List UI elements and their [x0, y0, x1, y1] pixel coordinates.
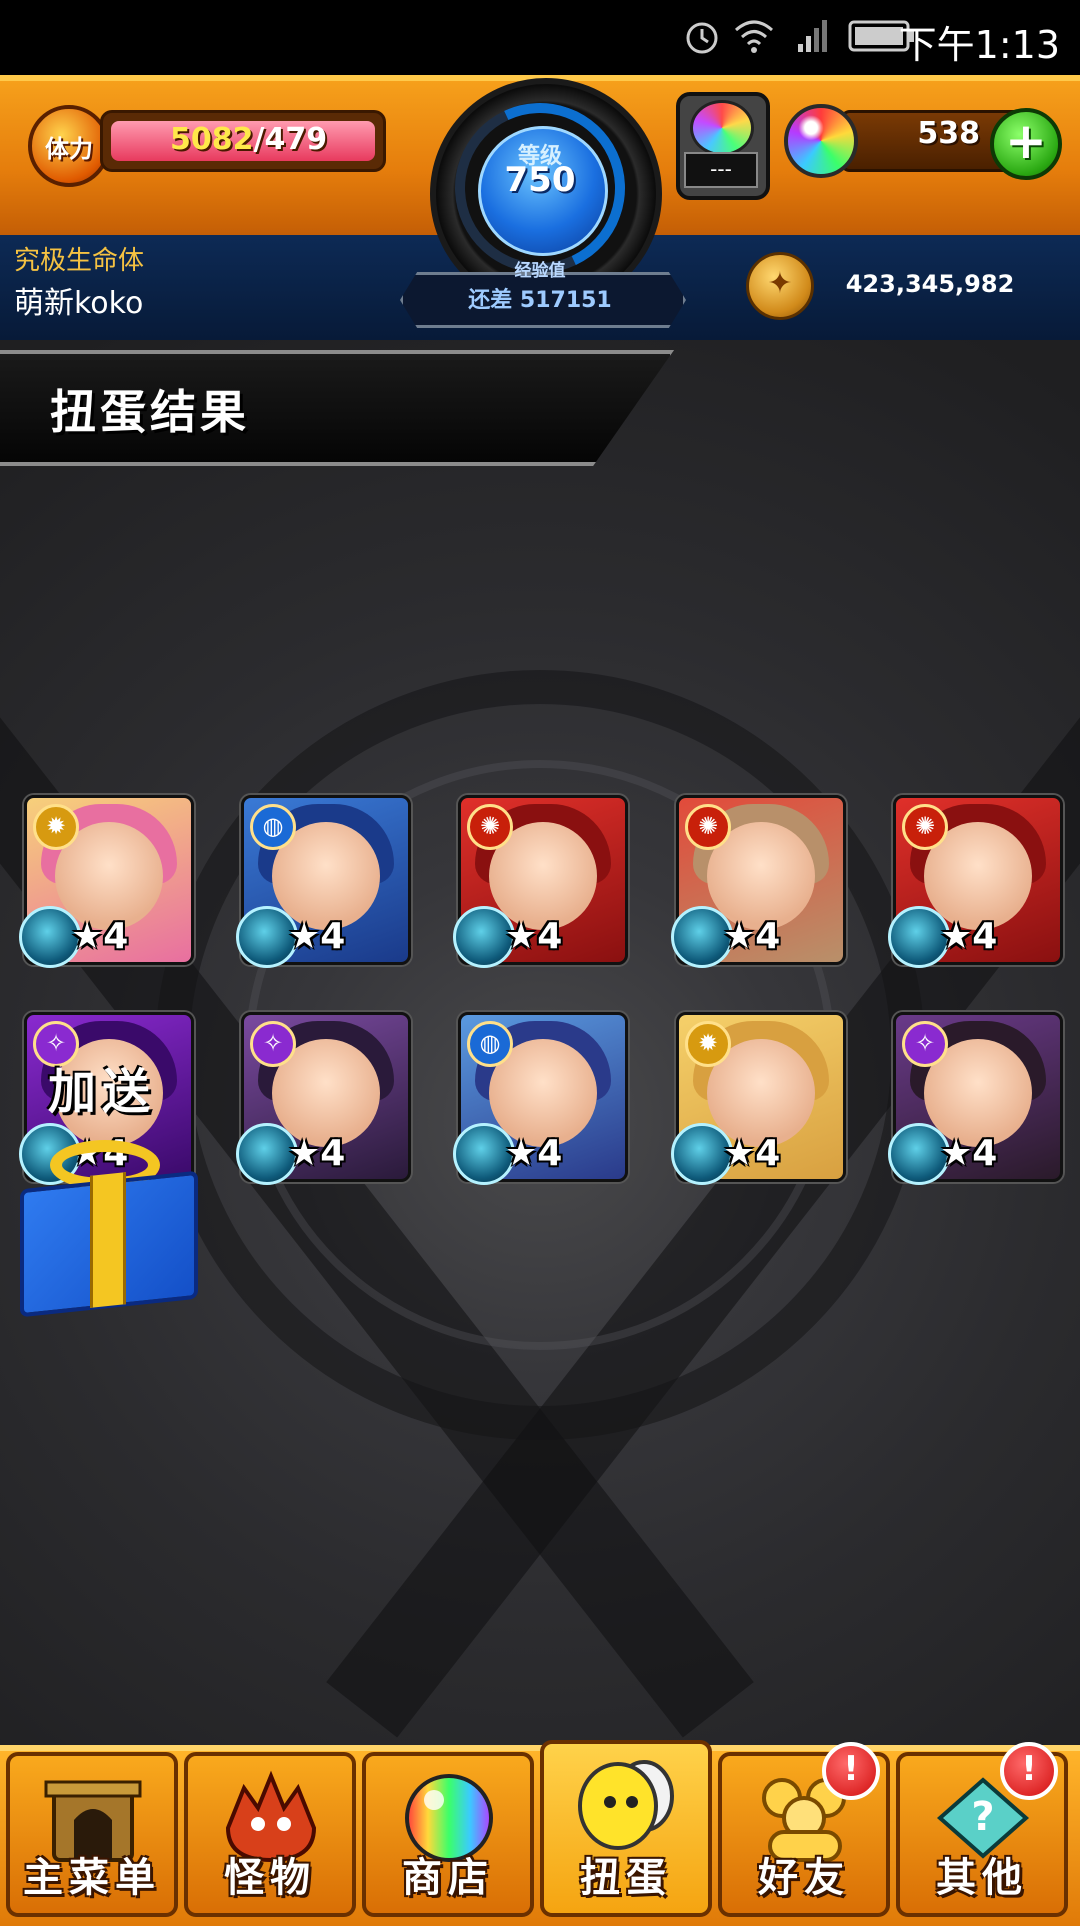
signal-icon [798, 20, 827, 52]
alert-badge-icon: ! [822, 1742, 880, 1800]
dark-icon: ✧ [902, 1021, 948, 1067]
nav-label: 怪物 [224, 1855, 316, 1901]
result-monster-card[interactable]: ✺ ★4 [671, 795, 846, 968]
svg-text:?: ? [971, 1794, 994, 1840]
light-icon: ✹ [685, 1021, 731, 1067]
alarm-icon [686, 22, 718, 54]
rarity-stars: ★4 [288, 1133, 346, 1174]
rarity-stars: ★4 [288, 916, 346, 957]
nav-item-other[interactable]: ? 其他! [896, 1742, 1068, 1917]
capsule-display: --- [684, 152, 758, 188]
rarity-stars: ★4 [940, 916, 998, 957]
rarity-stars: ★4 [71, 916, 129, 957]
nav-label: 主菜单 [23, 1855, 161, 1901]
stamina-current: 5082 [170, 122, 254, 157]
rarity-stars: ★4 [723, 1133, 781, 1174]
result-monster-card[interactable]: ✧ ★4 [888, 1012, 1063, 1185]
clock: 下午1:13 [898, 23, 1060, 67]
water-icon: ◍ [467, 1021, 513, 1067]
gold-coin-icon: ✦ [746, 252, 814, 320]
bonus-label: 加送 [48, 1064, 157, 1120]
capsule-orb-icon [690, 100, 754, 156]
orb-count: 538 [917, 116, 980, 151]
wifi-icon [735, 20, 773, 53]
nav-label: 其他 [936, 1855, 1028, 1901]
water-icon: ◍ [250, 804, 296, 850]
nav-label: 扭蛋 [580, 1855, 672, 1901]
nav-item-friends[interactable]: 好友! [718, 1742, 890, 1917]
status-bar: 下午1:13 [0, 0, 1080, 75]
orb-icon [784, 104, 858, 178]
result-monster-card[interactable]: ✹ ★4 [671, 1012, 846, 1185]
coin-count: 423,345,982 [845, 270, 1015, 298]
player-name: 萌新koko [14, 286, 144, 321]
nav-label: 好友 [758, 1855, 850, 1901]
rarity-stars: ★4 [505, 1133, 563, 1174]
rarity-stars: ★4 [723, 916, 781, 957]
level-value: 750 [504, 160, 576, 200]
stamina-max: /479 [253, 122, 328, 157]
rarity-stars: ★4 [505, 916, 563, 957]
exp-label: 经验值 [514, 261, 566, 281]
light-icon: ✹ [33, 804, 79, 850]
stamina-readout: 5082/479 [170, 122, 327, 157]
nav-label: 商店 [402, 1855, 494, 1901]
gift-ribbon [90, 1172, 126, 1308]
fire-icon: ✺ [902, 804, 948, 850]
result-grid: ✹ ★4 ◍ ★4 ✺ ★4 ✺ ★4 ✺ ★4 ✧ ★4 ✧ ★4 ◍ ★4 ✹ ★4 ✧ ★4 [0, 340, 1080, 1745]
fire-icon: ✺ [467, 804, 513, 850]
dark-icon: ✧ [250, 1021, 296, 1067]
nav-item-gacha-egg[interactable]: 扭蛋 [540, 1740, 712, 1917]
result-monster-card[interactable]: ◍ ★4 [236, 795, 411, 968]
result-monster-card[interactable]: ✧ ★4 [236, 1012, 411, 1185]
fire-icon: ✺ [685, 804, 731, 850]
result-monster-card[interactable]: ◍ ★4 [453, 1012, 628, 1185]
result-monster-card[interactable]: ✺ ★4 [453, 795, 628, 968]
exp-remaining: 还差 517151 [468, 288, 612, 313]
gift-box-icon[interactable] [20, 1140, 198, 1318]
gacha-result-screen: 扭蛋结果 ✹ ★4 ◍ ★4 ✺ ★4 ✺ ★4 ✺ ★4 ✧ ★4 ✧ ★4 ◍ ★4 ✹ ★4 ✧ ★4 加送 [0, 340, 1080, 1745]
nav-item-home-gate[interactable]: 主菜单 [6, 1752, 178, 1917]
rarity-stars: ★4 [940, 1133, 998, 1174]
stamina-icon: 体力 [28, 105, 110, 187]
nav-item-orb-shop[interactable]: 商店 [362, 1752, 534, 1917]
result-monster-card[interactable]: ✹ ★4 [19, 795, 194, 968]
nav-item-monster[interactable]: 怪物 [184, 1752, 356, 1917]
gacha-egg-icon [574, 1756, 680, 1852]
alert-badge-icon: ! [1000, 1742, 1058, 1800]
rank-title: 究极生命体 [14, 246, 145, 276]
buy-orbs-button[interactable]: + [990, 108, 1062, 180]
result-monster-card[interactable]: ✺ ★4 [888, 795, 1063, 968]
